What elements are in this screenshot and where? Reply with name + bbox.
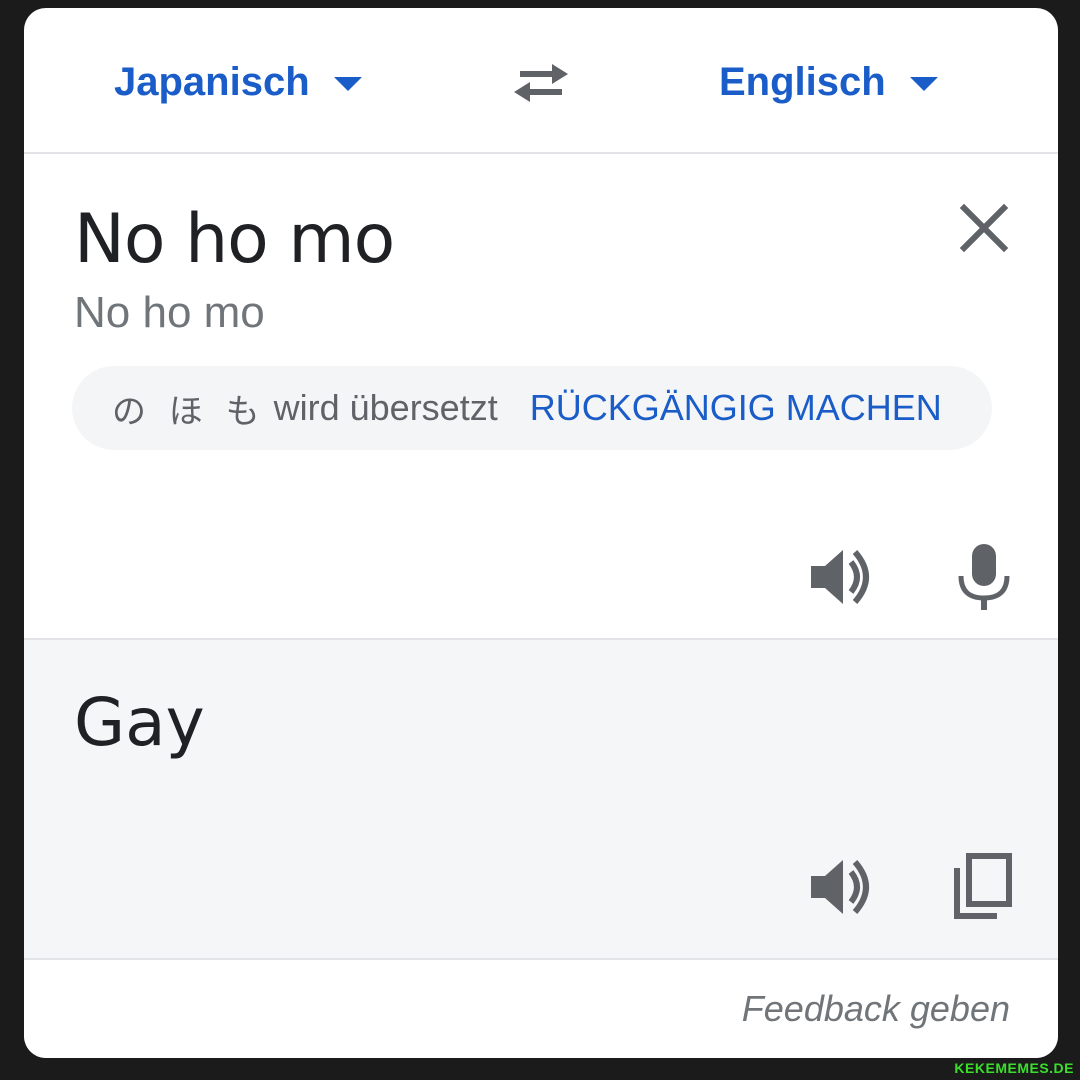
swap-horiz-icon (514, 64, 568, 102)
translation-result: Gay (74, 684, 205, 761)
copy-translation-button[interactable] (949, 852, 1019, 922)
copy-icon (954, 853, 1012, 919)
source-language-selector[interactable]: Japanisch (114, 52, 362, 112)
microphone-icon (958, 544, 1010, 610)
volume-icon (811, 550, 869, 604)
card-footer: Feedback geben (24, 960, 1058, 1058)
language-bar: Japanisch Englisch (24, 8, 1058, 154)
target-language-selector[interactable]: Englisch (719, 52, 938, 112)
voice-input-button[interactable] (949, 542, 1019, 612)
undo-button[interactable]: RÜCKGÄNGIG MACHEN (530, 387, 942, 429)
translate-card: Japanisch Englisch No ho mo No ho mo の ほ… (24, 8, 1058, 1058)
chevron-down-icon (909, 77, 938, 91)
source-language-label: Japanisch (114, 59, 310, 104)
watermark-text: KEKEMEMES.DE (954, 1060, 1074, 1076)
volume-icon (811, 860, 869, 914)
chip-kana-text: の ほ も (112, 391, 266, 432)
chip-info-text: wird übersetzt (273, 387, 498, 428)
page: Japanisch Englisch No ho mo No ho mo の ほ… (0, 0, 1080, 1080)
source-text-input[interactable]: No ho mo (74, 200, 395, 279)
transliteration-chip: の ほ も wird übersetzt RÜCKGÄNGIG MACHEN (72, 366, 992, 450)
listen-source-button[interactable] (807, 542, 877, 612)
swap-languages-button[interactable] (506, 52, 576, 112)
source-transliteration: No ho mo (74, 288, 265, 337)
translation-output-area: Gay (24, 638, 1058, 960)
clear-input-button[interactable] (954, 198, 1014, 258)
listen-translation-button[interactable] (807, 852, 877, 922)
close-icon (959, 203, 1009, 253)
chevron-down-icon (333, 77, 362, 91)
target-language-label: Englisch (719, 59, 886, 104)
source-input-area[interactable]: No ho mo No ho mo の ほ も wird übersetzt R… (24, 156, 1058, 638)
feedback-link[interactable]: Feedback geben (742, 988, 1010, 1030)
